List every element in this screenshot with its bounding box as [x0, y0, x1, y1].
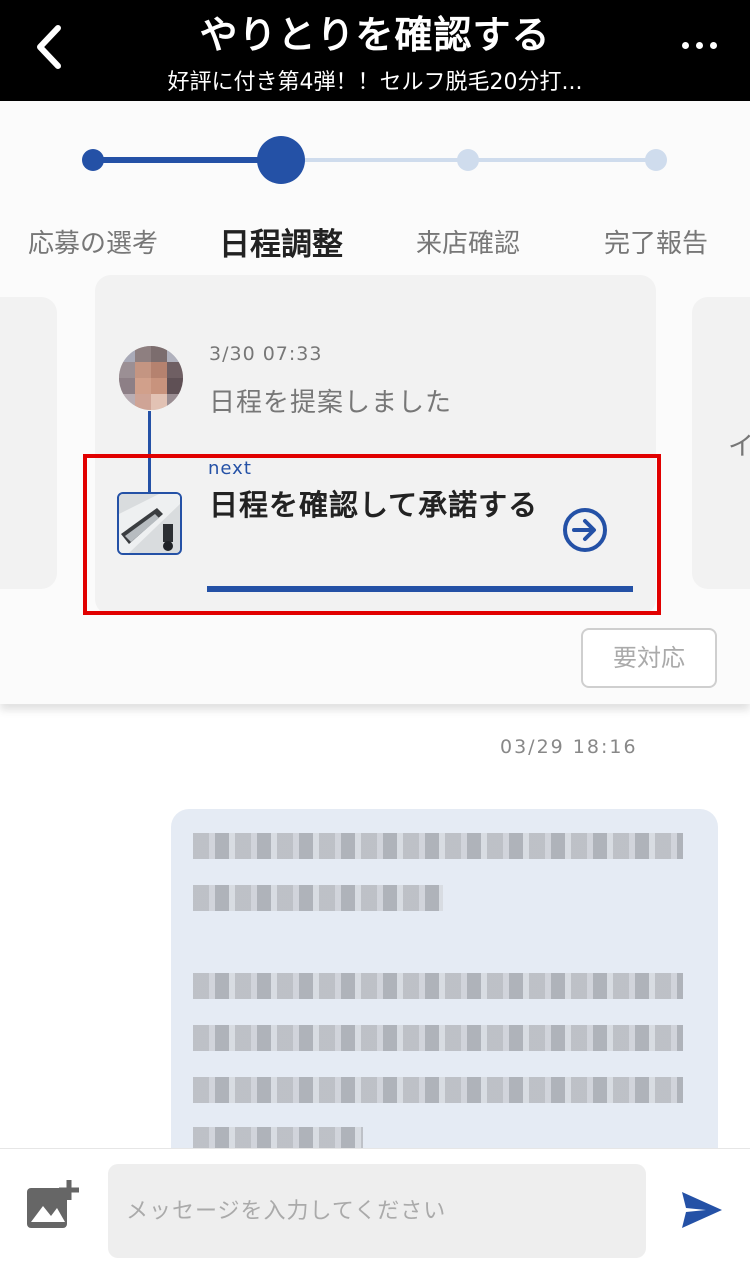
add-image-icon[interactable]	[25, 1178, 79, 1232]
step-label-visit: 来店確認	[415, 229, 521, 259]
progress-panel: 応募の選考 日程調整 来店確認 完了報告 イ 3/30 07:33 日程を提案し…	[0, 101, 750, 704]
page-subtitle: 好評に付き第4弾！！セルフ脱毛20分打...	[167, 70, 583, 95]
blurred-text-line	[193, 885, 443, 911]
previous-step-card[interactable]	[0, 297, 57, 589]
blurred-text-line	[193, 1025, 683, 1051]
progress-track-filled	[93, 157, 281, 163]
blurred-text-line	[193, 833, 683, 859]
status-badge: 要対応	[581, 628, 717, 688]
blurred-text-line	[193, 973, 683, 999]
step-dot-1	[82, 149, 104, 171]
message-bubble	[171, 809, 718, 1169]
step-labels: 応募の選考 日程調整 来店確認 完了報告	[0, 223, 750, 263]
step-label-report: 完了報告	[603, 229, 709, 259]
highlight-frame	[83, 454, 661, 615]
avatar	[119, 346, 183, 410]
more-options-icon[interactable]	[680, 28, 720, 58]
step-dot-4	[645, 149, 667, 171]
message-timestamp: 03/29 18:16	[500, 736, 638, 758]
step-dot-3	[457, 149, 479, 171]
blurred-text-line	[193, 1077, 683, 1103]
app-header: やりとりを確認する 好評に付き第4弾！！セルフ脱毛20分打...	[0, 0, 750, 101]
page-title: やりとりを確認する	[199, 13, 551, 57]
message-input[interactable]	[108, 1164, 646, 1258]
step-dot-2	[257, 136, 305, 184]
step-label-screening: 応募の選考	[27, 229, 159, 259]
step-label-schedule: 日程調整	[219, 227, 343, 263]
action-timestamp: 3/30 07:33	[209, 343, 323, 365]
next-step-card-text: イ	[728, 432, 750, 462]
send-icon[interactable]	[680, 1190, 724, 1230]
previous-action-text: 日程を提案しました	[209, 388, 453, 418]
